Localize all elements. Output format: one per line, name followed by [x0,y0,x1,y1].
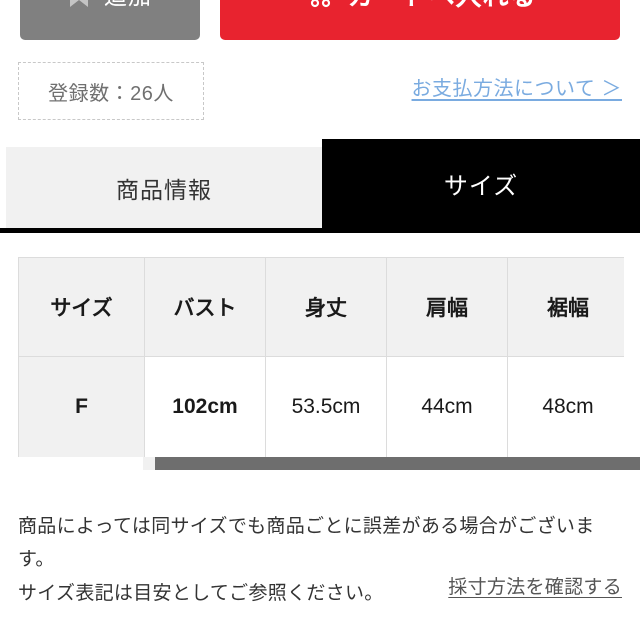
tab-size-label: サイズ [443,173,519,200]
add-to-cart-button[interactable]: カートへ入れる [220,0,620,40]
info-row: 登録数：26人 お支払方法について ＞ [0,62,640,124]
table-header-length: 身丈 [265,257,387,357]
tab-active-underline [0,228,640,233]
table-horizontal-scrollbar-thumb[interactable] [155,457,640,470]
tab-product-info-label: 商品情報 [116,176,212,203]
size-note-line-1: 商品によっては同サイズでも商品ごとに誤差がある場合がございます。 [18,516,595,571]
cart-icon [311,0,331,8]
add-to-favorites-button[interactable]: 追加 [20,0,200,40]
size-table-scroll-container[interactable]: サイズ バスト 身丈 肩幅 裾幅 F 102cm 53.5cm 44cm 48c… [18,257,624,457]
table-header-row: サイズ バスト 身丈 肩幅 裾幅 [18,257,624,357]
table-header-shoulder: 肩幅 [386,257,508,357]
cell-shoulder: 44cm [386,356,508,457]
tab-size[interactable]: サイズ [322,139,640,228]
tab-product-info[interactable]: 商品情報 [6,147,322,228]
cell-size: F [18,356,145,457]
registration-count-label: 登録数：26人 [48,82,174,105]
tab-bar: 商品情報 サイズ [0,139,640,232]
cell-bust: 102cm [144,356,266,457]
table-horizontal-scrollbar-track[interactable] [143,457,640,470]
size-table: サイズ バスト 身丈 肩幅 裾幅 F 102cm 53.5cm 44cm 48c… [18,257,624,457]
table-header-hem: 裾幅 [507,257,624,357]
action-button-row: 追加 カートへ入れる [0,0,640,40]
payment-method-link[interactable]: お支払方法について ＞ [412,72,622,101]
cell-length: 53.5cm [265,356,387,457]
bookmark-icon [70,0,88,7]
add-to-favorites-label: 追加 [104,0,152,11]
measurement-method-link[interactable]: 採寸方法を確認する [448,572,622,599]
cell-hem: 48cm [507,356,624,457]
table-header-bust: バスト [144,257,266,357]
add-to-cart-label: カートへ入れる [347,0,536,13]
registration-count-badge: 登録数：26人 [18,62,204,120]
table-header-size: サイズ [18,257,145,357]
table-row: F 102cm 53.5cm 44cm 48cm [18,356,624,457]
